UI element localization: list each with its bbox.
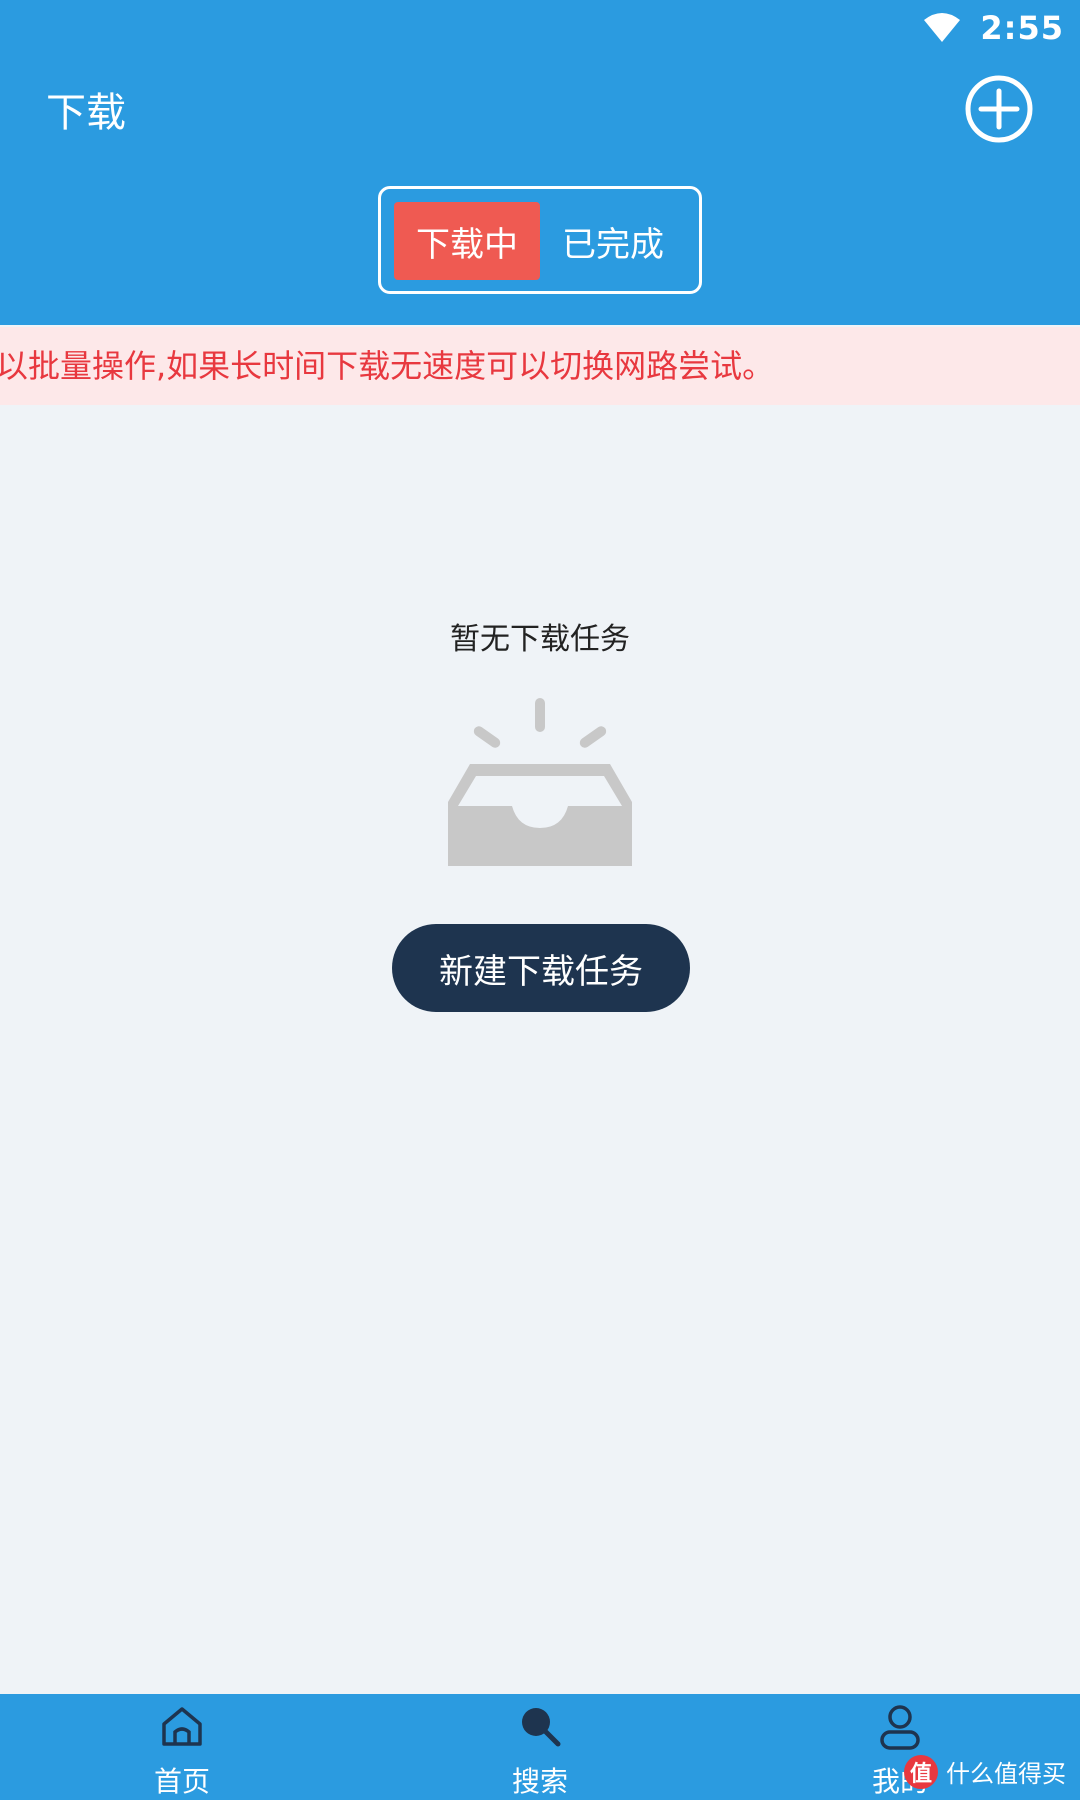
tab-completed[interactable]: 已完成 bbox=[540, 202, 686, 280]
page-title: 下载 bbox=[46, 90, 126, 136]
empty-inbox-icon bbox=[448, 698, 632, 866]
plus-circle-icon bbox=[965, 75, 1033, 143]
home-icon bbox=[162, 1707, 202, 1746]
search-icon bbox=[522, 1708, 561, 1747]
nav-item-search[interactable]: 搜索 bbox=[470, 1694, 610, 1800]
nav-label-search: 搜索 bbox=[511, 1765, 568, 1798]
watermark-logo: 值 bbox=[904, 1754, 938, 1789]
notice-text: 以批量操作,如果长时间下载无速度可以切换网路尝试。 bbox=[0, 347, 775, 385]
add-download-button[interactable] bbox=[964, 74, 1034, 144]
status-time: 2:55 bbox=[980, 9, 1064, 47]
notice-banner: 以批量操作,如果长时间下载无速度可以切换网路尝试。 bbox=[0, 327, 1080, 405]
tab-downloading[interactable]: 下载中 bbox=[394, 202, 540, 280]
download-status-tabs: 下载中 已完成 bbox=[378, 186, 702, 294]
nav-label-home: 首页 bbox=[153, 1765, 210, 1798]
watermark-text: 什么值得买 bbox=[946, 1760, 1066, 1788]
status-bar: 2:55 bbox=[922, 8, 1064, 48]
watermark: 值 什么值得买 bbox=[904, 1754, 1066, 1789]
wifi-icon bbox=[924, 13, 961, 42]
nav-item-home[interactable]: 首页 bbox=[112, 1694, 252, 1800]
user-icon bbox=[880, 1705, 920, 1750]
new-download-task-button[interactable]: 新建下载任务 bbox=[392, 924, 690, 1012]
empty-state-text: 暂无下载任务 bbox=[450, 622, 630, 657]
app-header: 2:55 下载 下载中 已完成 bbox=[0, 0, 1080, 325]
